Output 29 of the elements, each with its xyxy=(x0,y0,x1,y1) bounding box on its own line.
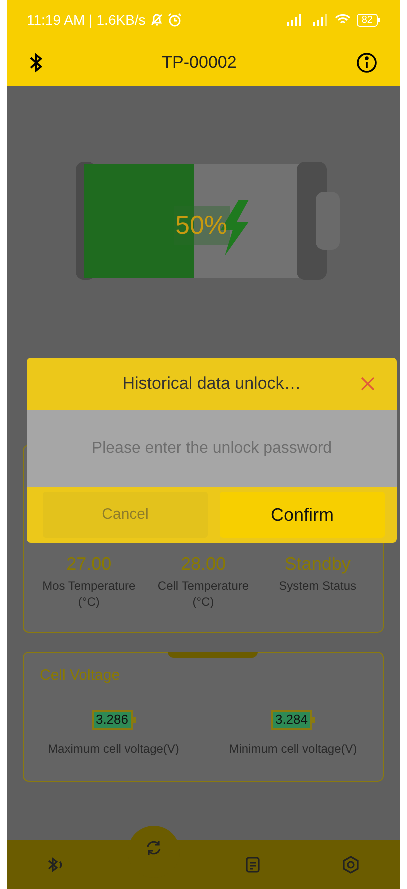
confirm-button[interactable]: Confirm xyxy=(220,492,385,538)
reading-value: 27.00 xyxy=(66,553,112,576)
status-separator: | xyxy=(89,10,93,30)
battery-terminal xyxy=(132,716,136,722)
info-icon[interactable] xyxy=(356,52,378,74)
reading-label: Cell Temperature (°C) xyxy=(156,578,250,610)
dialog-title: Historical data unlock… xyxy=(122,373,302,396)
voltage-label: Maximum cell voltage(V) xyxy=(48,740,180,758)
charge-percentage: 50% xyxy=(174,206,230,245)
network-speed: 1.6KB/s xyxy=(96,10,146,30)
muted-bell-icon xyxy=(150,13,164,27)
wifi-icon xyxy=(334,14,351,26)
card-title: Cell Voltage xyxy=(40,666,120,686)
close-icon[interactable] xyxy=(361,377,375,391)
battery-terminal xyxy=(312,716,316,722)
reading-value: Standby xyxy=(284,553,351,576)
voltage-label: Minimum cell voltage(V) xyxy=(229,740,358,758)
status-time: 11:19 AM xyxy=(27,10,86,30)
bluetooth-icon[interactable] xyxy=(29,53,43,73)
reading-label: System Status xyxy=(278,578,358,594)
alarm-clock-icon xyxy=(168,13,182,27)
voltage-value: 3.284 xyxy=(271,710,312,730)
settings-icon xyxy=(340,854,361,874)
battery-status: 82 xyxy=(356,14,380,26)
password-field[interactable]: Please enter the unlock password xyxy=(27,410,397,487)
device-title: TP-00002 xyxy=(162,52,237,74)
reading-value: 28.00 xyxy=(180,553,226,576)
reading-label: Mos Temperature (°C) xyxy=(42,578,137,610)
voltage-value: 3.286 xyxy=(92,710,133,730)
